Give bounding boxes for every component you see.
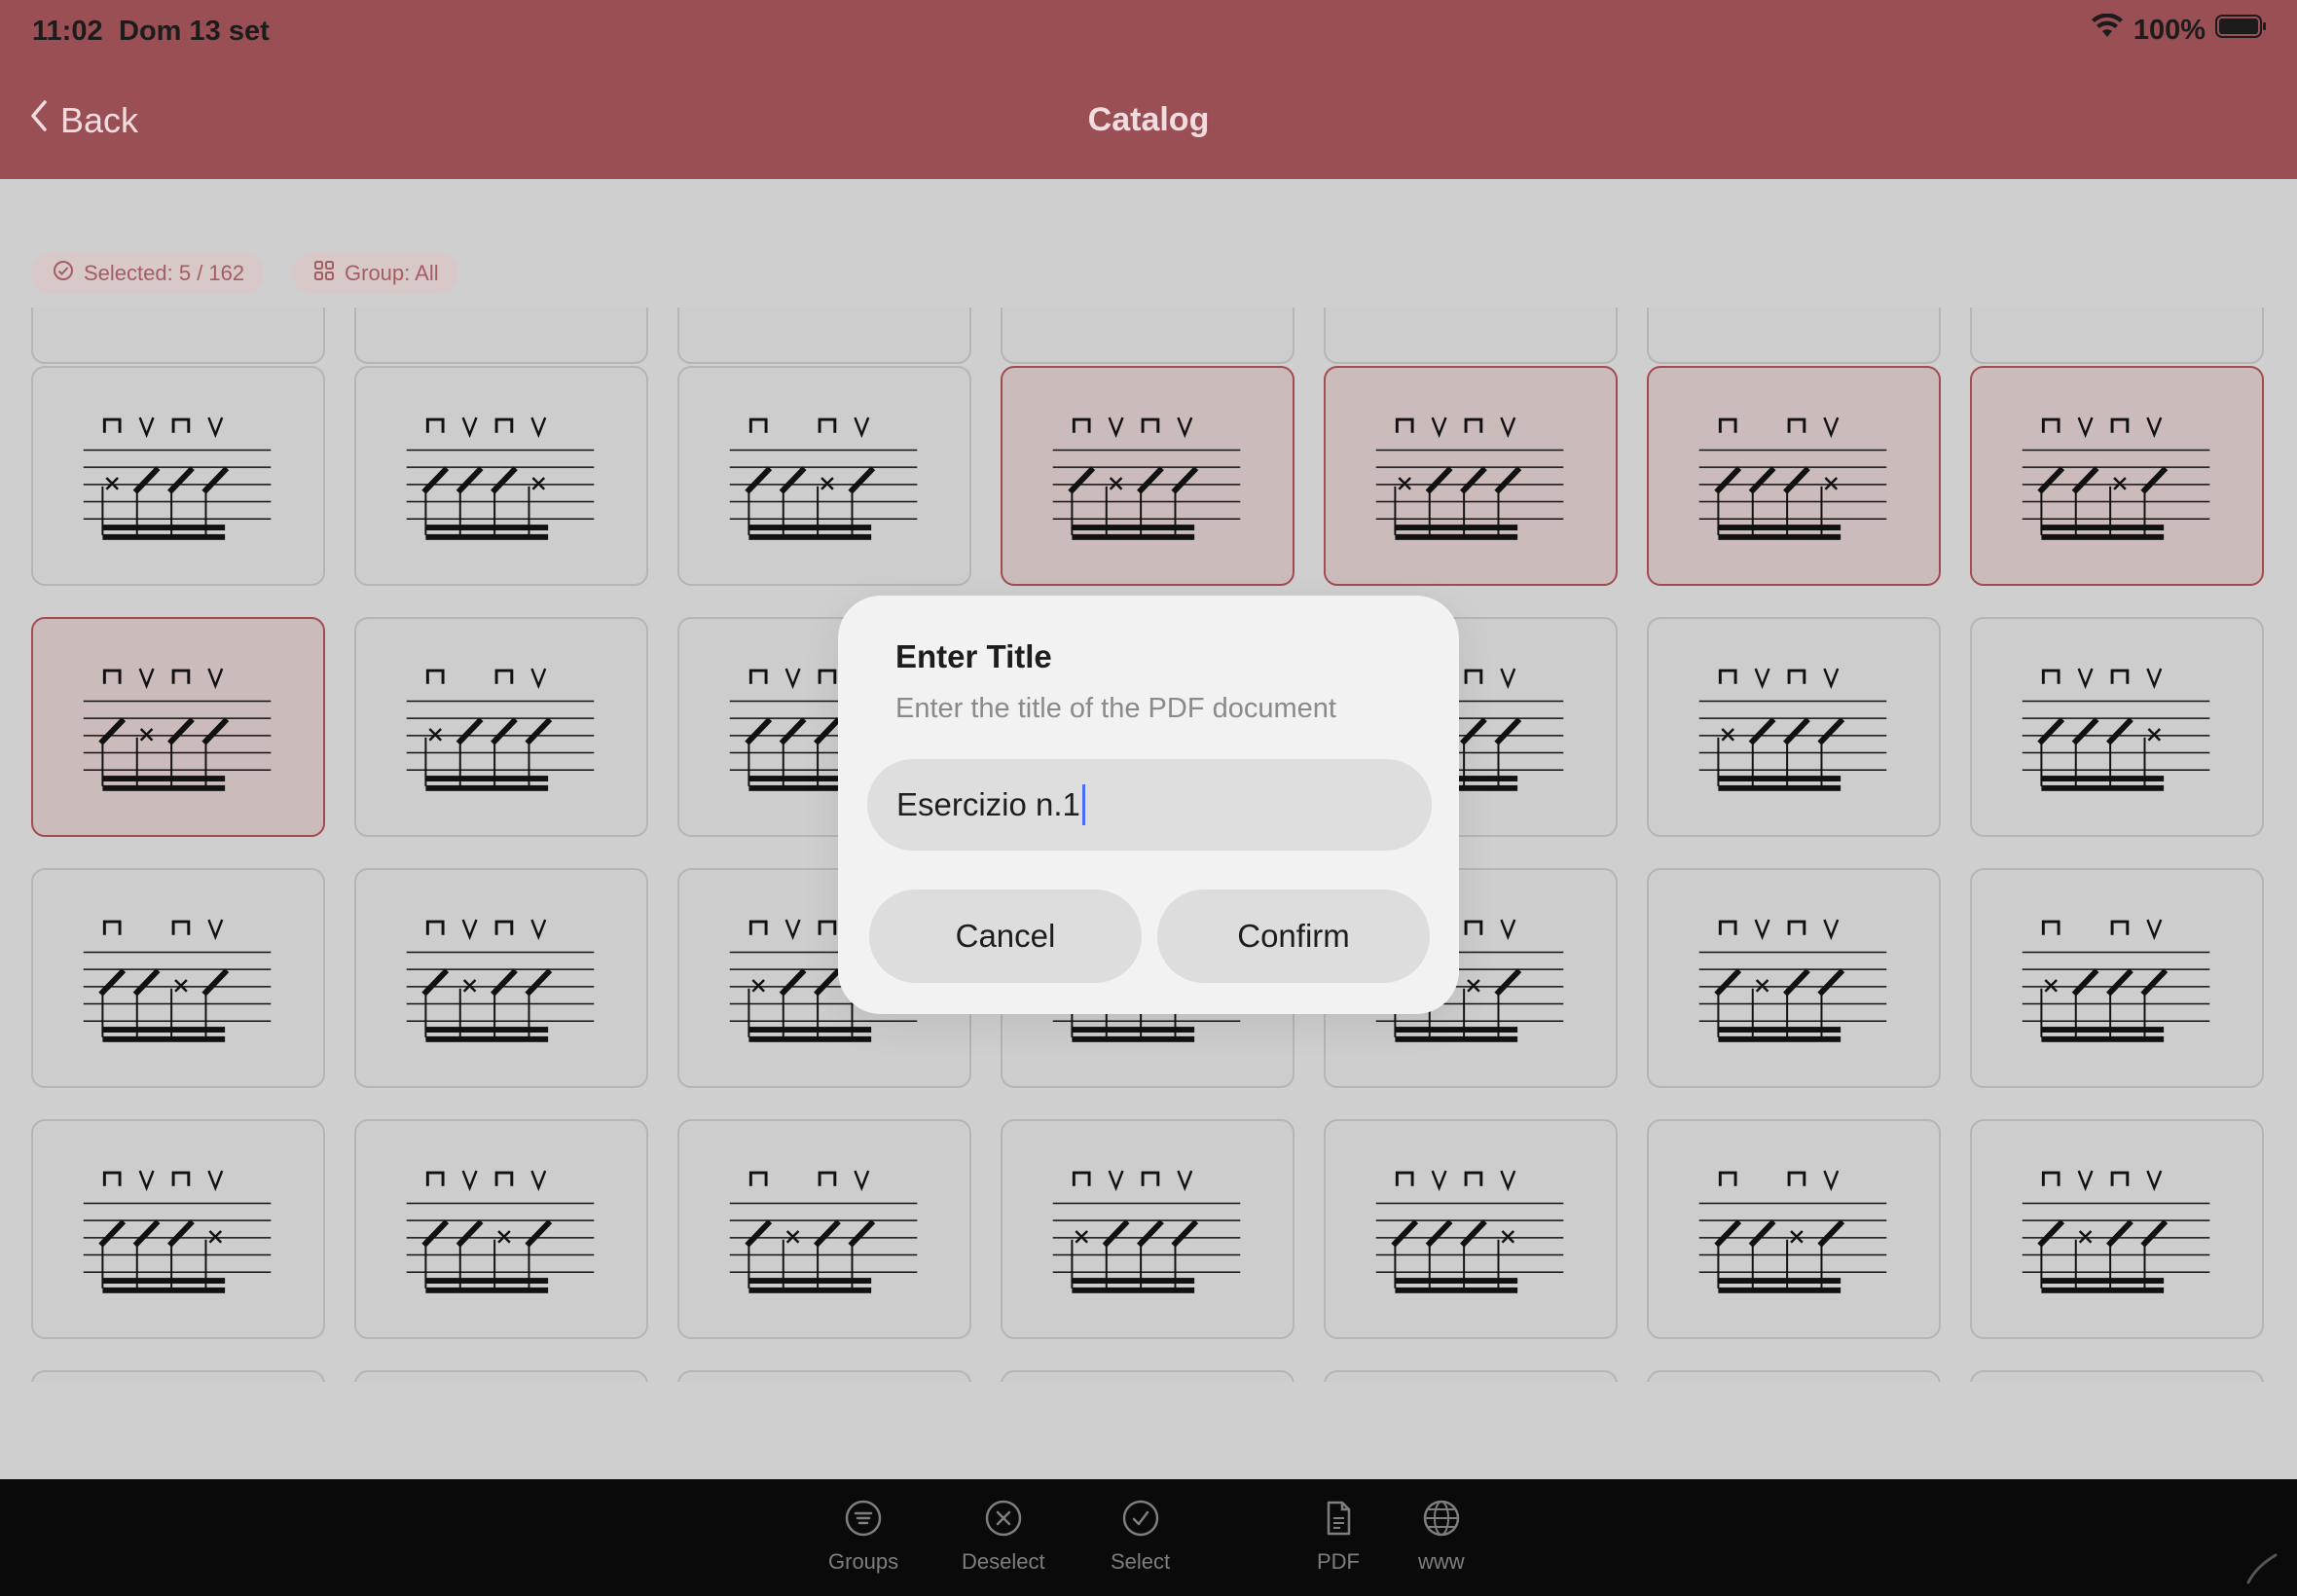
drum-notation-icon	[83, 668, 272, 791]
document-icon	[1319, 1499, 1358, 1543]
confirm-button[interactable]: Confirm	[1157, 889, 1430, 983]
list-icon	[844, 1499, 883, 1543]
exercise-card[interactable]	[677, 1119, 971, 1339]
exercise-card[interactable]	[677, 366, 971, 586]
drum-notation-icon	[83, 417, 272, 540]
cancel-button[interactable]: Cancel	[869, 889, 1142, 983]
exercise-card[interactable]	[1647, 868, 1941, 1088]
exercise-card[interactable]	[1001, 308, 1294, 364]
exercise-card[interactable]	[1324, 1370, 1618, 1382]
drum-notation-icon	[729, 417, 918, 540]
exercise-card[interactable]	[1970, 308, 2264, 364]
text-caret	[1081, 784, 1085, 825]
drum-notation-icon	[1052, 1170, 1241, 1293]
exercise-card[interactable]	[31, 1370, 325, 1382]
exercise-card[interactable]	[1001, 1370, 1294, 1382]
exercise-card[interactable]	[1970, 1119, 2264, 1339]
drum-notation-icon	[406, 417, 595, 540]
drum-notation-icon	[2022, 919, 2210, 1042]
navigation-header: 11:02 Dom 13 set 100% Back Catalog	[0, 0, 2297, 179]
exercise-card[interactable]	[354, 1119, 648, 1339]
exercise-card[interactable]	[1970, 617, 2264, 837]
exercise-card[interactable]	[1324, 366, 1618, 586]
select-label: Select	[1111, 1549, 1171, 1574]
wifi-icon	[2091, 13, 2124, 47]
selected-count-chip[interactable]: Selected: 5 / 162	[31, 253, 265, 294]
drum-notation-icon	[729, 1170, 918, 1293]
exercise-card[interactable]	[31, 868, 325, 1088]
check-circle-icon	[1121, 1499, 1160, 1543]
drum-notation-icon	[1375, 1170, 1564, 1293]
exercise-card[interactable]	[31, 366, 325, 586]
dialog-title: Enter Title	[895, 638, 1052, 674]
grid-icon	[313, 260, 335, 287]
exercise-card[interactable]	[31, 617, 325, 837]
exercise-card[interactable]	[1647, 366, 1941, 586]
dialog-subtitle: Enter the title of the PDF document	[895, 693, 1336, 724]
groups-label: Groups	[828, 1549, 899, 1574]
drum-notation-icon	[1698, 417, 1887, 540]
exercise-card[interactable]	[1647, 308, 1941, 364]
enter-title-dialog: Enter Title Enter the title of the PDF d…	[838, 596, 1459, 1014]
pdf-label: PDF	[1317, 1549, 1360, 1574]
exercise-card[interactable]	[1001, 366, 1294, 586]
check-circle-icon	[53, 260, 74, 287]
exercise-card[interactable]	[1647, 617, 1941, 837]
status-date: Dom 13 set	[119, 16, 270, 47]
www-label: www	[1418, 1549, 1465, 1574]
exercise-card[interactable]	[1647, 1370, 1941, 1382]
drum-notation-icon	[1375, 417, 1564, 540]
exercise-card[interactable]	[1324, 308, 1618, 364]
www-button[interactable]: www	[1418, 1499, 1465, 1575]
exercise-card[interactable]	[677, 308, 971, 364]
drum-notation-icon	[2022, 1170, 2210, 1293]
title-input[interactable]: Esercizio n.1	[867, 759, 1432, 851]
selected-count-label: Selected: 5 / 162	[84, 261, 245, 285]
pdf-button[interactable]: PDF	[1317, 1499, 1360, 1575]
exercise-card[interactable]	[354, 868, 648, 1088]
select-button[interactable]: Select	[1111, 1499, 1170, 1575]
groups-button[interactable]: Groups	[828, 1499, 898, 1575]
group-chip[interactable]: Group: All	[292, 253, 458, 294]
deselect-button[interactable]: Deselect	[962, 1499, 1045, 1575]
exercise-card[interactable]	[1001, 1119, 1294, 1339]
status-right: 100%	[2091, 13, 2268, 47]
exercise-card[interactable]	[1324, 1119, 1618, 1339]
exercise-card[interactable]	[677, 1370, 971, 1382]
exercise-card[interactable]	[1647, 1119, 1941, 1339]
drum-notation-icon	[1052, 417, 1241, 540]
drum-notation-icon	[1698, 919, 1887, 1042]
resize-handle-icon	[2242, 1547, 2281, 1586]
exercise-card[interactable]	[31, 308, 325, 364]
bottom-toolbar: Groups Deselect Select PDF www	[0, 1479, 2297, 1596]
drum-notation-icon	[1698, 668, 1887, 791]
page-title: Catalog	[1087, 101, 1210, 138]
exercise-card[interactable]	[354, 617, 648, 837]
drum-notation-icon	[1698, 1170, 1887, 1293]
drum-notation-icon	[406, 668, 595, 791]
x-circle-icon	[984, 1499, 1023, 1543]
battery-percentage: 100%	[2133, 14, 2206, 46]
drum-notation-icon	[83, 919, 272, 1042]
drum-notation-icon	[2022, 668, 2210, 791]
drum-notation-icon	[2022, 417, 2210, 540]
exercise-card[interactable]	[1970, 868, 2264, 1088]
exercise-card[interactable]	[354, 1370, 648, 1382]
status-time: 11:02	[32, 16, 103, 47]
drum-notation-icon	[406, 1170, 595, 1293]
exercise-card[interactable]	[354, 366, 648, 586]
battery-icon	[2215, 14, 2268, 47]
exercise-card[interactable]	[1970, 366, 2264, 586]
status-bar: 11:02 Dom 13 set 100%	[0, 0, 2297, 62]
drum-notation-icon	[406, 919, 595, 1042]
exercise-card[interactable]	[1970, 1370, 2264, 1382]
title-input-value: Esercizio n.1	[896, 786, 1080, 822]
deselect-label: Deselect	[962, 1549, 1045, 1574]
group-label: Group: All	[345, 261, 439, 285]
exercise-card[interactable]	[31, 1119, 325, 1339]
exercise-card[interactable]	[354, 308, 648, 364]
drum-notation-icon	[83, 1170, 272, 1293]
globe-icon	[1422, 1499, 1461, 1543]
